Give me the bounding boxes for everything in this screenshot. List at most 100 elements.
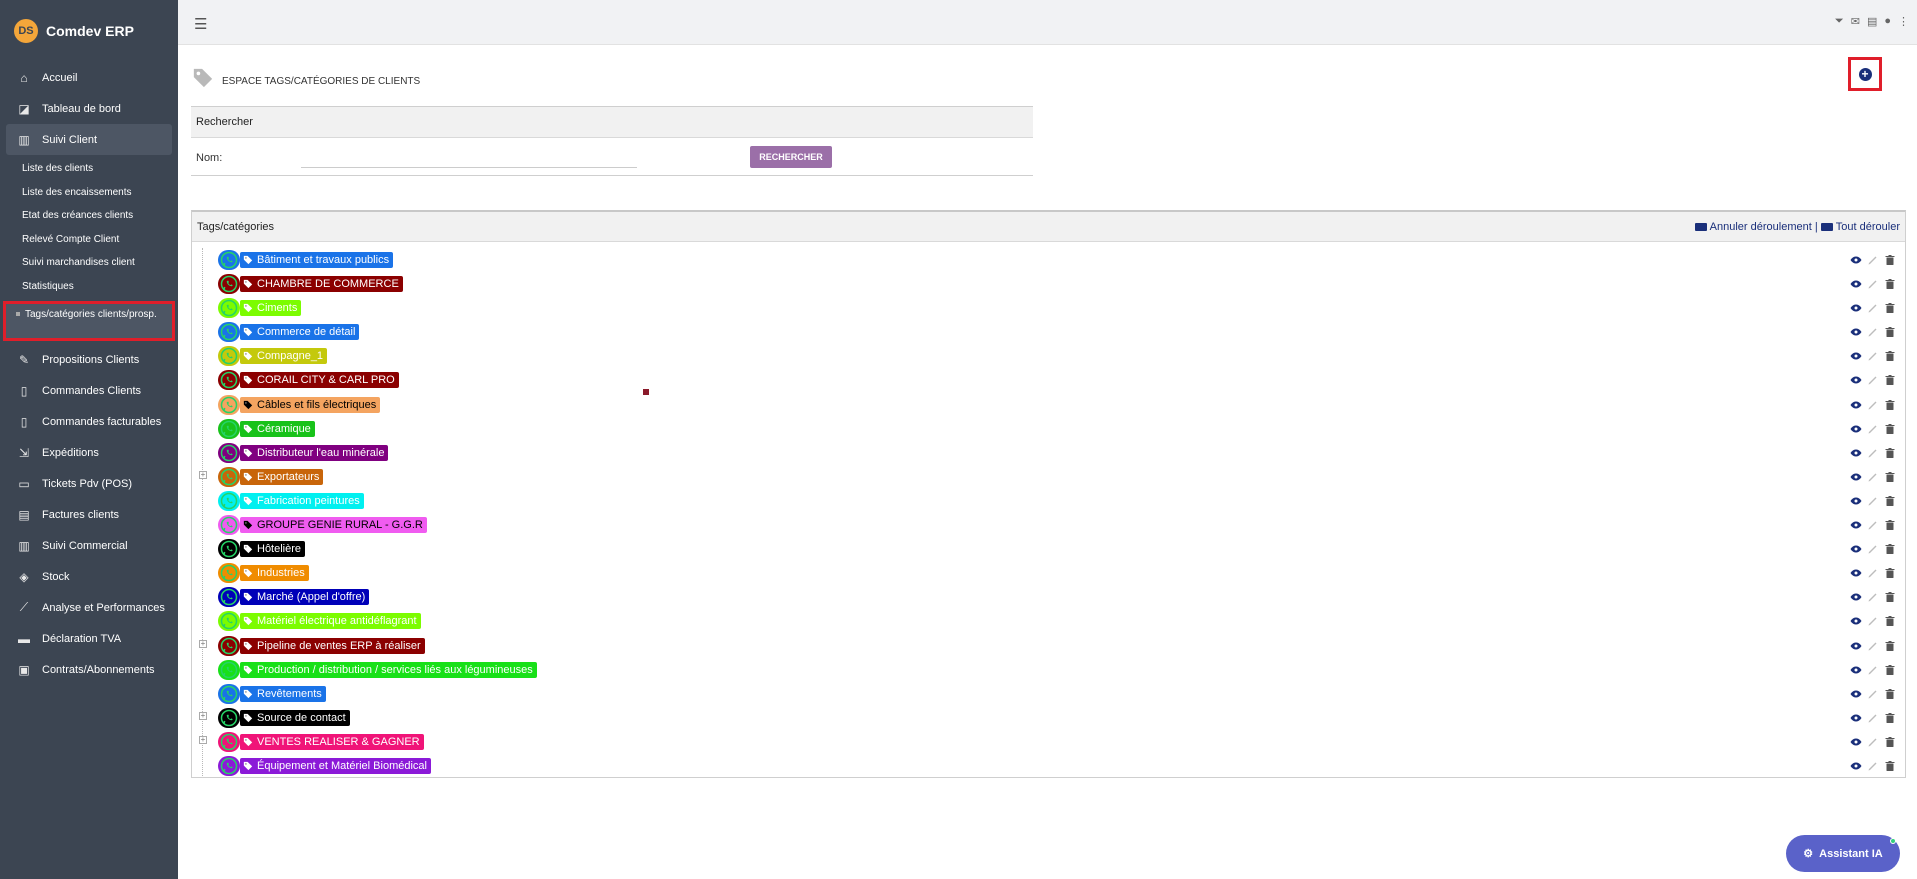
delete-icon[interactable] [1884, 470, 1896, 488]
view-icon[interactable] [1850, 470, 1862, 488]
sidebar-item-tickets-pdv-pos[interactable]: ▭ Tickets Pdv (POS) [0, 468, 178, 499]
whatsapp-icon[interactable] [218, 490, 240, 511]
tag-badge[interactable]: Hôtelière [240, 541, 306, 558]
whatsapp-icon[interactable] [218, 587, 240, 608]
view-icon[interactable] [1850, 614, 1862, 632]
tag-badge[interactable]: Source de contact [240, 709, 350, 726]
whatsapp-icon[interactable] [218, 611, 240, 632]
whatsapp-icon[interactable] [218, 731, 240, 752]
whatsapp-icon[interactable] [218, 659, 240, 680]
whatsapp-icon[interactable] [218, 298, 240, 319]
edit-icon[interactable] [1867, 590, 1879, 608]
edit-icon[interactable] [1867, 301, 1879, 319]
sidebar-item-contrats-abonnements[interactable]: ▣ Contrats/Abonnements [0, 654, 178, 685]
delete-icon[interactable] [1884, 446, 1896, 464]
whatsapp-icon[interactable] [218, 755, 240, 776]
tag-badge[interactable]: CHAMBRE DE COMMERCE [240, 276, 403, 293]
edit-icon[interactable] [1867, 373, 1879, 391]
expand-icon[interactable]: + [199, 735, 207, 744]
sidebar-item-suivi-commercial[interactable]: ▥ Suivi Commercial [0, 530, 178, 561]
view-icon[interactable] [1850, 566, 1862, 584]
whatsapp-icon[interactable] [218, 466, 240, 487]
delete-icon[interactable] [1884, 277, 1896, 295]
sidebar-subitem[interactable]: Statistiques [0, 275, 178, 299]
delete-icon[interactable] [1884, 518, 1896, 536]
more-vertical-icon[interactable]: ⋮ [1898, 15, 1909, 28]
sidebar-item-commandes-clients[interactable]: ▯ Commandes Clients [0, 375, 178, 406]
delete-icon[interactable] [1884, 687, 1896, 705]
whatsapp-icon[interactable] [218, 442, 240, 463]
sidebar-item-propositions-clients[interactable]: ✎ Propositions Clients [0, 344, 178, 375]
assistant-ia-button[interactable]: ⚙ Assistant IA [1786, 835, 1900, 872]
view-icon[interactable] [1850, 277, 1862, 295]
sidebar-item-stock[interactable]: ◈ Stock [0, 561, 178, 592]
edit-icon[interactable] [1867, 759, 1879, 777]
sidebar-item-tableau-de-bord[interactable]: ◪ Tableau de bord [0, 93, 178, 124]
delete-icon[interactable] [1884, 590, 1896, 608]
whatsapp-icon[interactable] [218, 250, 240, 270]
edit-icon[interactable] [1867, 711, 1879, 729]
edit-icon[interactable] [1867, 253, 1879, 271]
sidebar-item-exp-ditions[interactable]: ⇲ Expéditions [0, 437, 178, 468]
chat-icon[interactable]: ✉ [1851, 15, 1860, 28]
whatsapp-icon[interactable] [218, 418, 240, 439]
tag-badge[interactable]: Bâtiment et travaux publics [240, 252, 394, 268]
whatsapp-icon[interactable] [218, 394, 240, 415]
sidebar-subitem[interactable]: Liste des clients [0, 157, 178, 181]
whatsapp-icon[interactable] [218, 274, 240, 295]
edit-icon[interactable] [1867, 398, 1879, 416]
view-icon[interactable] [1850, 349, 1862, 367]
edit-icon[interactable] [1867, 518, 1879, 536]
edit-icon[interactable] [1867, 542, 1879, 560]
edit-icon[interactable] [1867, 470, 1879, 488]
brand[interactable]: DS Comdev ERP [0, 0, 178, 62]
view-icon[interactable] [1850, 494, 1862, 512]
delete-icon[interactable] [1884, 566, 1896, 584]
view-icon[interactable] [1850, 639, 1862, 657]
edit-icon[interactable] [1867, 446, 1879, 464]
tag-badge[interactable]: Industries [240, 565, 309, 582]
delete-icon[interactable] [1884, 301, 1896, 319]
delete-icon[interactable] [1884, 253, 1896, 271]
whatsapp-icon[interactable] [218, 370, 240, 391]
edit-icon[interactable] [1867, 614, 1879, 632]
menu-toggle-icon[interactable]: ☰ [194, 15, 207, 33]
tag-badge[interactable]: Compagne_1 [240, 348, 328, 365]
clipboard-icon[interactable]: ▤ [1867, 15, 1877, 28]
delete-icon[interactable] [1884, 663, 1896, 681]
delete-icon[interactable] [1884, 398, 1896, 416]
edit-icon[interactable] [1867, 687, 1879, 705]
delete-icon[interactable] [1884, 542, 1896, 560]
sidebar-item-accueil[interactable]: ⌂ Accueil [0, 62, 178, 93]
add-tag-button[interactable]: + [1848, 57, 1882, 91]
tag-badge[interactable]: Câbles et fils électriques [240, 396, 381, 413]
expand-icon[interactable]: + [199, 639, 207, 648]
delete-icon[interactable] [1884, 325, 1896, 343]
tag-badge[interactable]: GROUPE GENIE RURAL - G.G.R [240, 517, 427, 534]
view-icon[interactable] [1850, 687, 1862, 705]
tag-badge[interactable]: Production / distribution / services lié… [240, 661, 537, 678]
view-icon[interactable] [1850, 711, 1862, 729]
edit-icon[interactable] [1867, 663, 1879, 681]
sidebar-item-suivi-client[interactable]: ▥ Suivi Client [6, 124, 172, 155]
whatsapp-icon[interactable] [218, 346, 240, 367]
delete-icon[interactable] [1884, 735, 1896, 753]
view-icon[interactable] [1850, 422, 1862, 440]
delete-icon[interactable] [1884, 349, 1896, 367]
view-icon[interactable] [1850, 759, 1862, 777]
whatsapp-icon[interactable] [218, 539, 240, 560]
edit-icon[interactable] [1867, 422, 1879, 440]
sidebar-subitem[interactable]: Liste des encaissements [0, 181, 178, 205]
view-icon[interactable] [1850, 398, 1862, 416]
sidebar-item-d-claration-tva[interactable]: ▬ Déclaration TVA [0, 623, 178, 654]
delete-icon[interactable] [1884, 759, 1896, 777]
tag-badge[interactable]: Céramique [240, 420, 315, 437]
delete-icon[interactable] [1884, 494, 1896, 512]
delete-icon[interactable] [1884, 711, 1896, 729]
tag-badge[interactable]: Pipeline de ventes ERP à réaliser [240, 637, 425, 654]
delete-icon[interactable] [1884, 639, 1896, 657]
view-icon[interactable] [1850, 590, 1862, 608]
tag-badge[interactable]: Distributeur l'eau minérale [240, 444, 389, 461]
edit-icon[interactable] [1867, 325, 1879, 343]
whatsapp-icon[interactable] [218, 515, 240, 536]
